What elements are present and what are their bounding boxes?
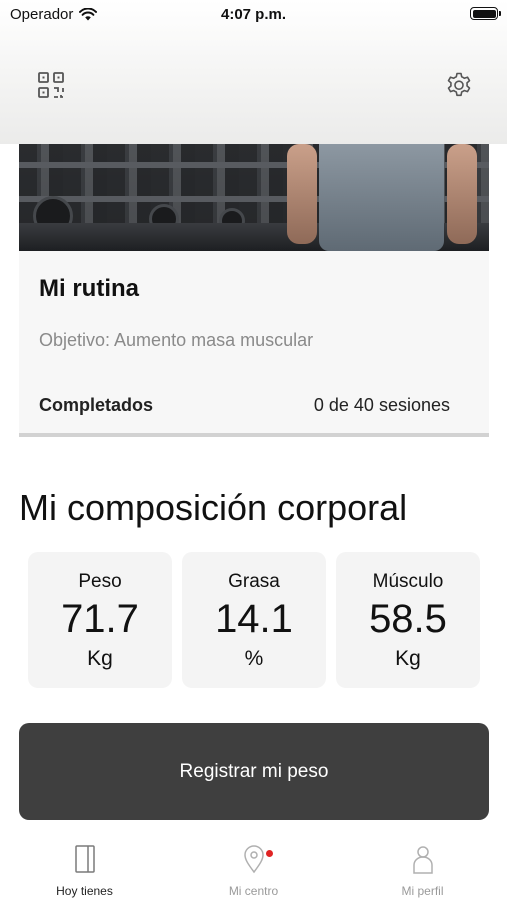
metric-unit: Kg — [87, 647, 113, 670]
settings-button[interactable] — [437, 63, 481, 107]
header: Operador 4:07 p.m. — [0, 0, 507, 144]
gear-icon — [447, 72, 471, 97]
routine-hero-image[interactable] — [19, 144, 489, 251]
status-bar: Operador 4:07 p.m. — [0, 0, 507, 30]
tab-icon-wrap — [169, 844, 338, 878]
metric-label: Grasa — [228, 571, 280, 592]
routine-goal: Objetivo: Aumento masa muscular — [39, 330, 314, 350]
battery-icon — [470, 7, 501, 20]
metric-unit: % — [244, 647, 264, 670]
tab-my-profile[interactable]: Mi perfil — [338, 832, 507, 900]
person-torso — [319, 144, 444, 251]
tab-icon-wrap — [0, 844, 169, 878]
notification-badge — [266, 850, 273, 857]
tab-label: Hoy tienes — [56, 884, 113, 898]
map-pin-icon — [243, 845, 264, 874]
notebook-icon — [74, 845, 95, 873]
screen: Mi rutina Objetivo: Aumento masa muscula… — [0, 0, 507, 900]
person-arm — [447, 144, 477, 244]
composition-title: Mi composición corporal — [19, 487, 408, 528]
routine-title: Mi rutina — [39, 275, 139, 302]
person-icon — [412, 846, 433, 874]
metric-label: Músculo — [372, 571, 444, 592]
routine-card[interactable]: Mi rutina Objetivo: Aumento masa muscula… — [19, 251, 489, 437]
metric-card-fat[interactable]: Grasa 14.1 % — [182, 552, 326, 688]
completed-label: Completados — [39, 395, 154, 415]
metric-card-muscle[interactable]: Músculo 58.5 Kg — [336, 552, 480, 688]
tab-label: Mi perfil — [401, 884, 444, 898]
tab-today[interactable]: Hoy tienes — [0, 832, 169, 900]
tab-label: Mi centro — [228, 884, 279, 898]
tab-bar: Hoy tienes Mi centro Mi perfil — [0, 832, 507, 900]
person-arm — [287, 144, 317, 244]
register-weight-button[interactable]: Registrar mi peso — [19, 723, 489, 820]
qr-code-button[interactable] — [29, 63, 73, 107]
tab-icon-wrap — [338, 844, 507, 878]
qr-code-icon — [38, 72, 64, 98]
metric-value: 14.1 — [215, 597, 293, 641]
tab-my-center[interactable]: Mi centro — [169, 832, 338, 900]
metric-value: 58.5 — [369, 597, 447, 641]
metric-label: Peso — [78, 571, 122, 592]
metric-card-weight[interactable]: Peso 71.7 Kg — [28, 552, 172, 688]
metric-value: 71.7 — [61, 597, 139, 641]
metric-unit: Kg — [395, 647, 421, 670]
clock: 4:07 p.m. — [220, 6, 287, 23]
completed-value: 0 de 40 sesiones — [313, 395, 450, 415]
